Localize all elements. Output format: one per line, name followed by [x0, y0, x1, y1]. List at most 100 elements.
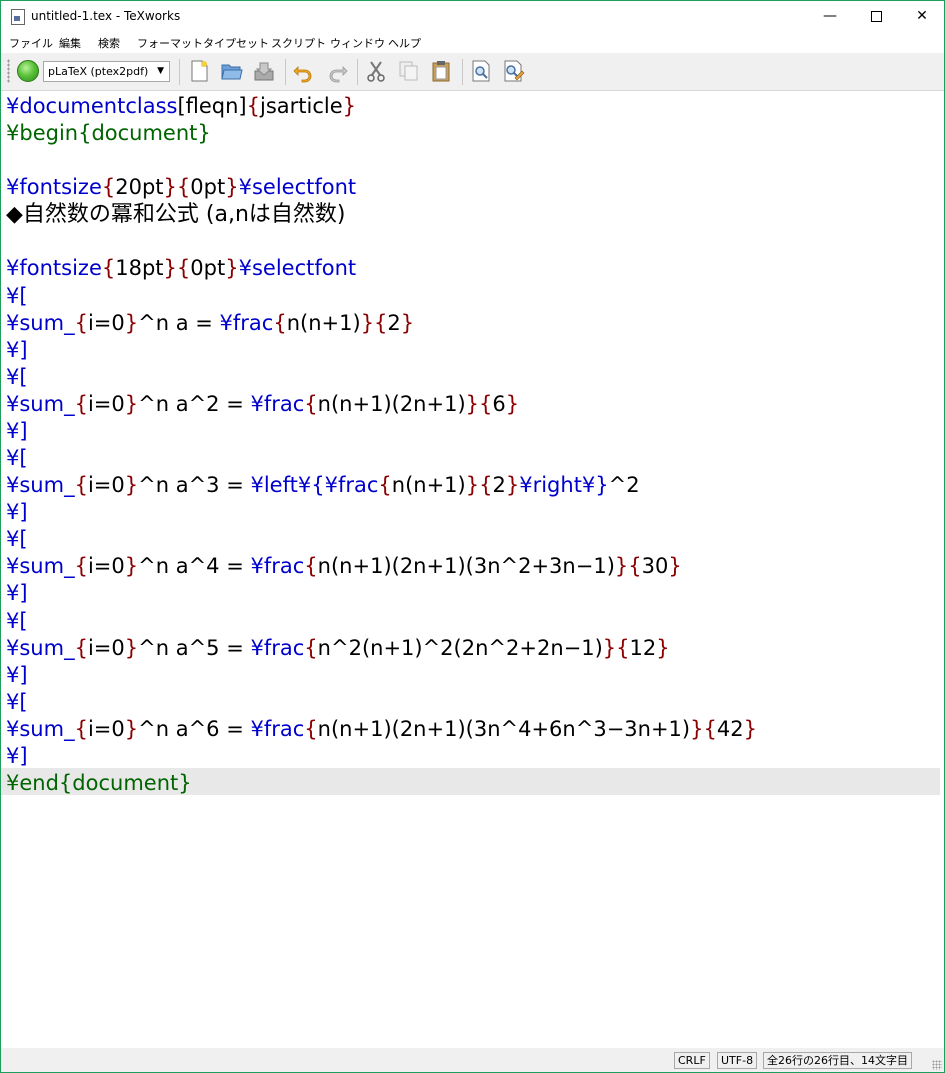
code-line[interactable]: ¥]	[6, 337, 28, 364]
code-token: ^n a^6 =	[138, 717, 251, 741]
code-token: }	[225, 256, 239, 280]
code-token: i=0	[87, 392, 125, 416]
paste-icon[interactable]	[429, 59, 453, 83]
code-token: n(n+1)(2n+1)(3n^2+3n−1)	[317, 554, 615, 578]
code-token: }	[124, 392, 139, 416]
code-line[interactable]: ¥]	[6, 499, 28, 526]
code-token: ¥[	[6, 609, 28, 633]
undo-icon[interactable]	[292, 59, 316, 83]
code-token: }	[400, 311, 415, 335]
code-token: }	[225, 175, 239, 199]
code-line[interactable]: ¥sum_{i=0}^n a^6 = ¥frac{n(n+1)(2n+1)(3n…	[6, 716, 757, 743]
code-token: {	[273, 311, 287, 335]
code-line[interactable]: ¥fontsize{18pt}{0pt}¥selectfont	[6, 255, 356, 282]
title-bar: untitled-1.tex - TeXworks — ✕	[1, 1, 944, 32]
code-line[interactable]: ¥end{document}	[6, 770, 192, 797]
code-line[interactable]: ¥sum_{i=0}^n a^4 = ¥frac{n(n+1)(2n+1)(3n…	[6, 553, 682, 580]
code-token: {	[304, 554, 318, 578]
code-token: 12	[629, 636, 657, 660]
minimize-button[interactable]: —	[807, 1, 853, 32]
code-line[interactable]: ¥]	[6, 743, 28, 770]
code-token: {	[101, 175, 116, 199]
code-token: }	[505, 392, 520, 416]
code-line[interactable]: ¥]	[6, 418, 28, 445]
code-token: {	[74, 473, 88, 497]
menu-window[interactable]: ウィンドウ	[330, 35, 385, 51]
code-token: ^n a^2 =	[138, 392, 251, 416]
code-token: }	[124, 717, 139, 741]
find-icon[interactable]	[469, 59, 493, 83]
code-token: ¥selectfont	[238, 175, 357, 199]
code-token: ¥right¥}	[519, 473, 609, 497]
menu-search[interactable]: 検索	[98, 35, 120, 51]
code-token: ¥sum_	[6, 717, 75, 741]
menu-edit[interactable]: 編集	[59, 35, 81, 51]
code-line[interactable]: ¥[	[6, 608, 28, 635]
code-token: jsarticle	[260, 94, 343, 118]
maximize-icon	[870, 10, 882, 22]
code-line[interactable]: ¥sum_{i=0}^n a^3 = ¥left¥{¥frac{n(n+1)}{…	[6, 472, 640, 499]
line-ending-indicator[interactable]: CRLF	[674, 1052, 710, 1069]
code-line[interactable]: ¥[	[6, 283, 28, 310]
code-token: [fleqn]	[177, 94, 247, 118]
encoding-indicator[interactable]: UTF-8	[717, 1052, 758, 1069]
code-line[interactable]: ¥[	[6, 445, 28, 472]
code-token: ¥[	[6, 527, 28, 551]
source-editor[interactable]: ¥documentclass[fleqn]{jsarticle} ¥begin{d…	[1, 91, 944, 1048]
code-line[interactable]: ¥[	[6, 526, 28, 553]
close-button[interactable]: ✕	[899, 1, 944, 32]
copy-icon[interactable]	[397, 59, 421, 83]
toolbar-separator	[357, 59, 358, 85]
maximize-button[interactable]	[853, 1, 899, 32]
code-token: i=0	[87, 473, 125, 497]
cut-icon[interactable]	[364, 59, 388, 83]
code-token: ¥[	[6, 446, 28, 470]
code-line[interactable]: ¥sum_{i=0}^n a^5 = ¥frac{n^2(n+1)^2(2n^2…	[6, 635, 670, 662]
code-token: ¥[	[6, 284, 28, 308]
menu-help[interactable]: ヘルプ	[388, 35, 421, 51]
redo-icon[interactable]	[325, 59, 349, 83]
code-token: ¥sum_	[6, 392, 75, 416]
code-token: ¥begin{document}	[6, 121, 211, 145]
replace-icon[interactable]	[501, 59, 525, 83]
code-token: ¥left¥{¥frac	[250, 473, 379, 497]
code-token: ¥frac	[250, 636, 305, 660]
code-token: }	[342, 94, 357, 118]
menu-scripts[interactable]: スクリプト	[271, 35, 326, 51]
code-line[interactable]: ◆自然数の冪和公式 (a,nは自然数)	[6, 201, 346, 228]
typeset-play-icon[interactable]	[17, 60, 39, 82]
code-line[interactable]: ¥fontsize{20pt}{0pt}¥selectfont	[6, 174, 356, 201]
menu-typeset[interactable]: タイプセット	[203, 35, 269, 51]
new-document-icon[interactable]	[187, 59, 211, 83]
save-icon[interactable]	[252, 59, 276, 83]
code-line[interactable]: ¥sum_{i=0}^n a = ¥frac{n(n+1)}{2}	[6, 310, 414, 337]
code-line[interactable]: ¥sum_{i=0}^n a^2 = ¥frac{n(n+1)(2n+1)}{6…	[6, 391, 519, 418]
code-line[interactable]: ¥[	[6, 689, 28, 716]
resize-grip-icon[interactable]	[932, 1060, 942, 1070]
code-line[interactable]: ¥]	[6, 580, 28, 607]
menu-file[interactable]: ファイル	[9, 35, 53, 51]
code-token: 2	[492, 473, 506, 497]
toolbar-grip-icon[interactable]	[7, 59, 10, 83]
code-token: ¥sum_	[6, 311, 75, 335]
code-line[interactable]: ¥[	[6, 364, 28, 391]
open-folder-icon[interactable]	[220, 59, 244, 83]
code-token: ¥]	[6, 500, 28, 524]
code-token: 6	[492, 392, 506, 416]
code-line[interactable]: ¥begin{document}	[6, 120, 211, 147]
code-token: ¥fontsize	[6, 256, 102, 280]
code-token: ¥]	[6, 663, 28, 687]
code-token: 0pt	[190, 175, 226, 199]
code-line[interactable]: ¥documentclass[fleqn]{jsarticle}	[6, 93, 356, 120]
code-token: 18pt	[115, 256, 164, 280]
code-line[interactable]: ¥]	[6, 662, 28, 689]
engine-select[interactable]: pLaTeX (ptex2pdf) ▼	[43, 61, 170, 82]
code-token: ¥selectfont	[238, 256, 357, 280]
code-token: ¥[	[6, 690, 28, 714]
menu-format[interactable]: フォーマット	[137, 35, 203, 51]
code-token: ¥frac	[219, 311, 274, 335]
code-token: }{	[465, 473, 493, 497]
code-token: ¥]	[6, 744, 28, 768]
code-token: }	[505, 473, 520, 497]
code-token: }	[124, 311, 139, 335]
